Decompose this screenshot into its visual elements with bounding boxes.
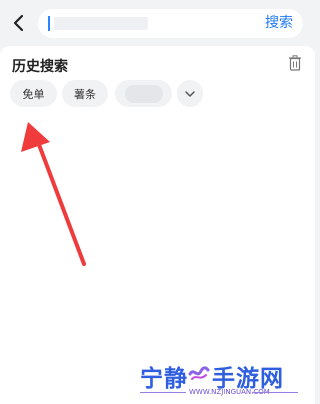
top-bar: 搜索 — [0, 0, 315, 46]
search-history-panel: 历史搜索 免单 薯条 — [0, 46, 315, 404]
blurred-chip-text — [124, 84, 163, 103]
blurred-query — [54, 17, 148, 30]
history-title: 历史搜索 — [12, 59, 68, 75]
chevron-down-icon — [185, 90, 195, 97]
search-input[interactable]: 搜索 — [38, 9, 303, 38]
watermark-rule-left — [140, 392, 186, 393]
history-chip-mian-dan[interactable]: 免单 — [10, 80, 57, 107]
text-caret — [48, 16, 50, 31]
chevron-left-icon[interactable] — [8, 11, 30, 35]
history-chip-blurred[interactable] — [115, 80, 172, 107]
history-chip-shu-tiao[interactable]: 薯条 — [62, 80, 108, 107]
trash-icon[interactable] — [288, 55, 302, 71]
expand-history-button[interactable] — [177, 80, 203, 107]
watermark-rule-right — [252, 392, 298, 393]
watermark-logo-icon — [188, 366, 210, 380]
watermark: 宁静 手游网 WWW.NZJINGUAN.COM — [126, 357, 306, 404]
search-button[interactable]: 搜索 — [265, 14, 293, 32]
